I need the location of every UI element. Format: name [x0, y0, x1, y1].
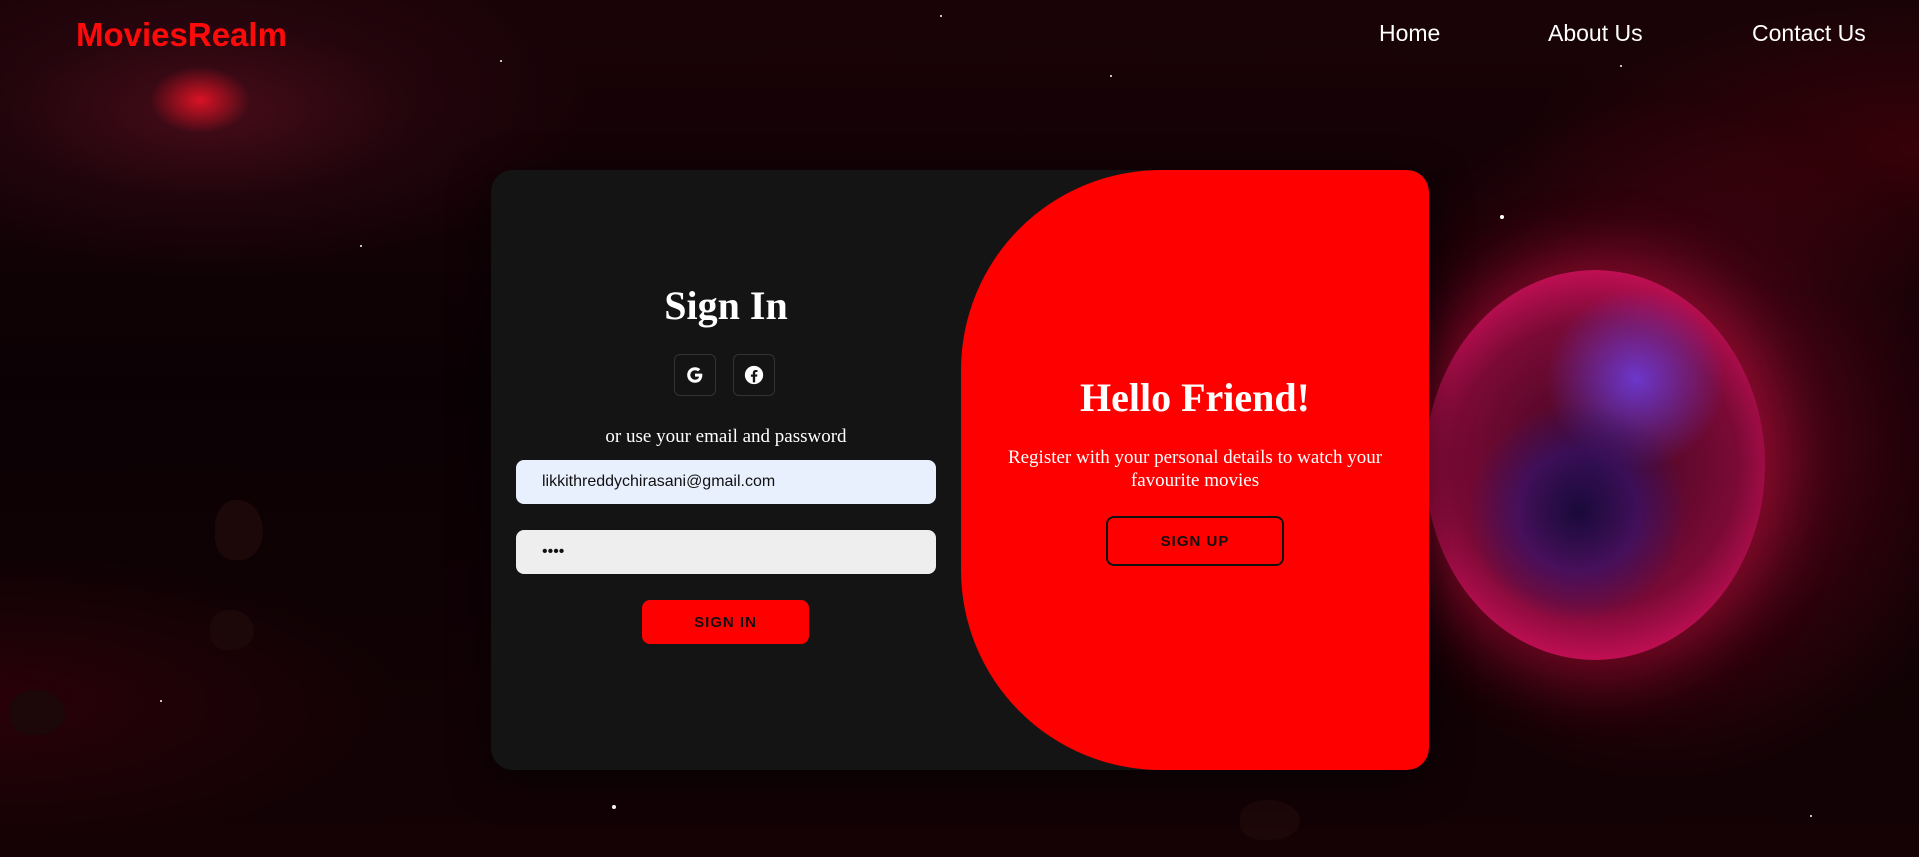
overlay-title: Hello Friend! [1080, 375, 1310, 420]
nav-link-home[interactable]: Home [1379, 20, 1440, 47]
red-planet-image [1425, 270, 1765, 660]
google-button[interactable] [674, 354, 716, 396]
asteroid [215, 500, 263, 560]
sign-in-button[interactable]: SIGN IN [642, 600, 809, 644]
brand-logo[interactable]: MoviesRealm [76, 16, 287, 54]
signup-overlay-panel: Hello Friend! Register with your persona… [961, 170, 1429, 770]
red-nebula [140, 60, 260, 140]
google-icon [687, 367, 703, 383]
password-input[interactable] [516, 530, 936, 574]
nav-link-contact-us[interactable]: Contact Us [1752, 20, 1866, 47]
asteroid [10, 690, 65, 735]
star [160, 700, 162, 702]
facebook-button[interactable] [733, 354, 775, 396]
signin-title: Sign In [664, 283, 788, 328]
star [1810, 815, 1812, 817]
top-navigation: MoviesRealm Home About Us Contact Us [0, 0, 1919, 70]
facebook-icon [744, 365, 764, 385]
star [1110, 75, 1112, 77]
nav-link-about-us[interactable]: About Us [1548, 20, 1643, 47]
email-input[interactable] [516, 460, 936, 504]
star [1500, 215, 1504, 219]
overlay-text: Register with your personal details to w… [1007, 447, 1383, 491]
star [612, 805, 616, 809]
signin-subtitle: or use your email and password [605, 426, 847, 447]
asteroid [210, 610, 254, 650]
asteroid [1240, 800, 1300, 840]
sign-up-button[interactable]: SIGN UP [1106, 516, 1284, 566]
auth-card: Sign In or use your email and password S… [491, 170, 1429, 770]
star [360, 245, 362, 247]
